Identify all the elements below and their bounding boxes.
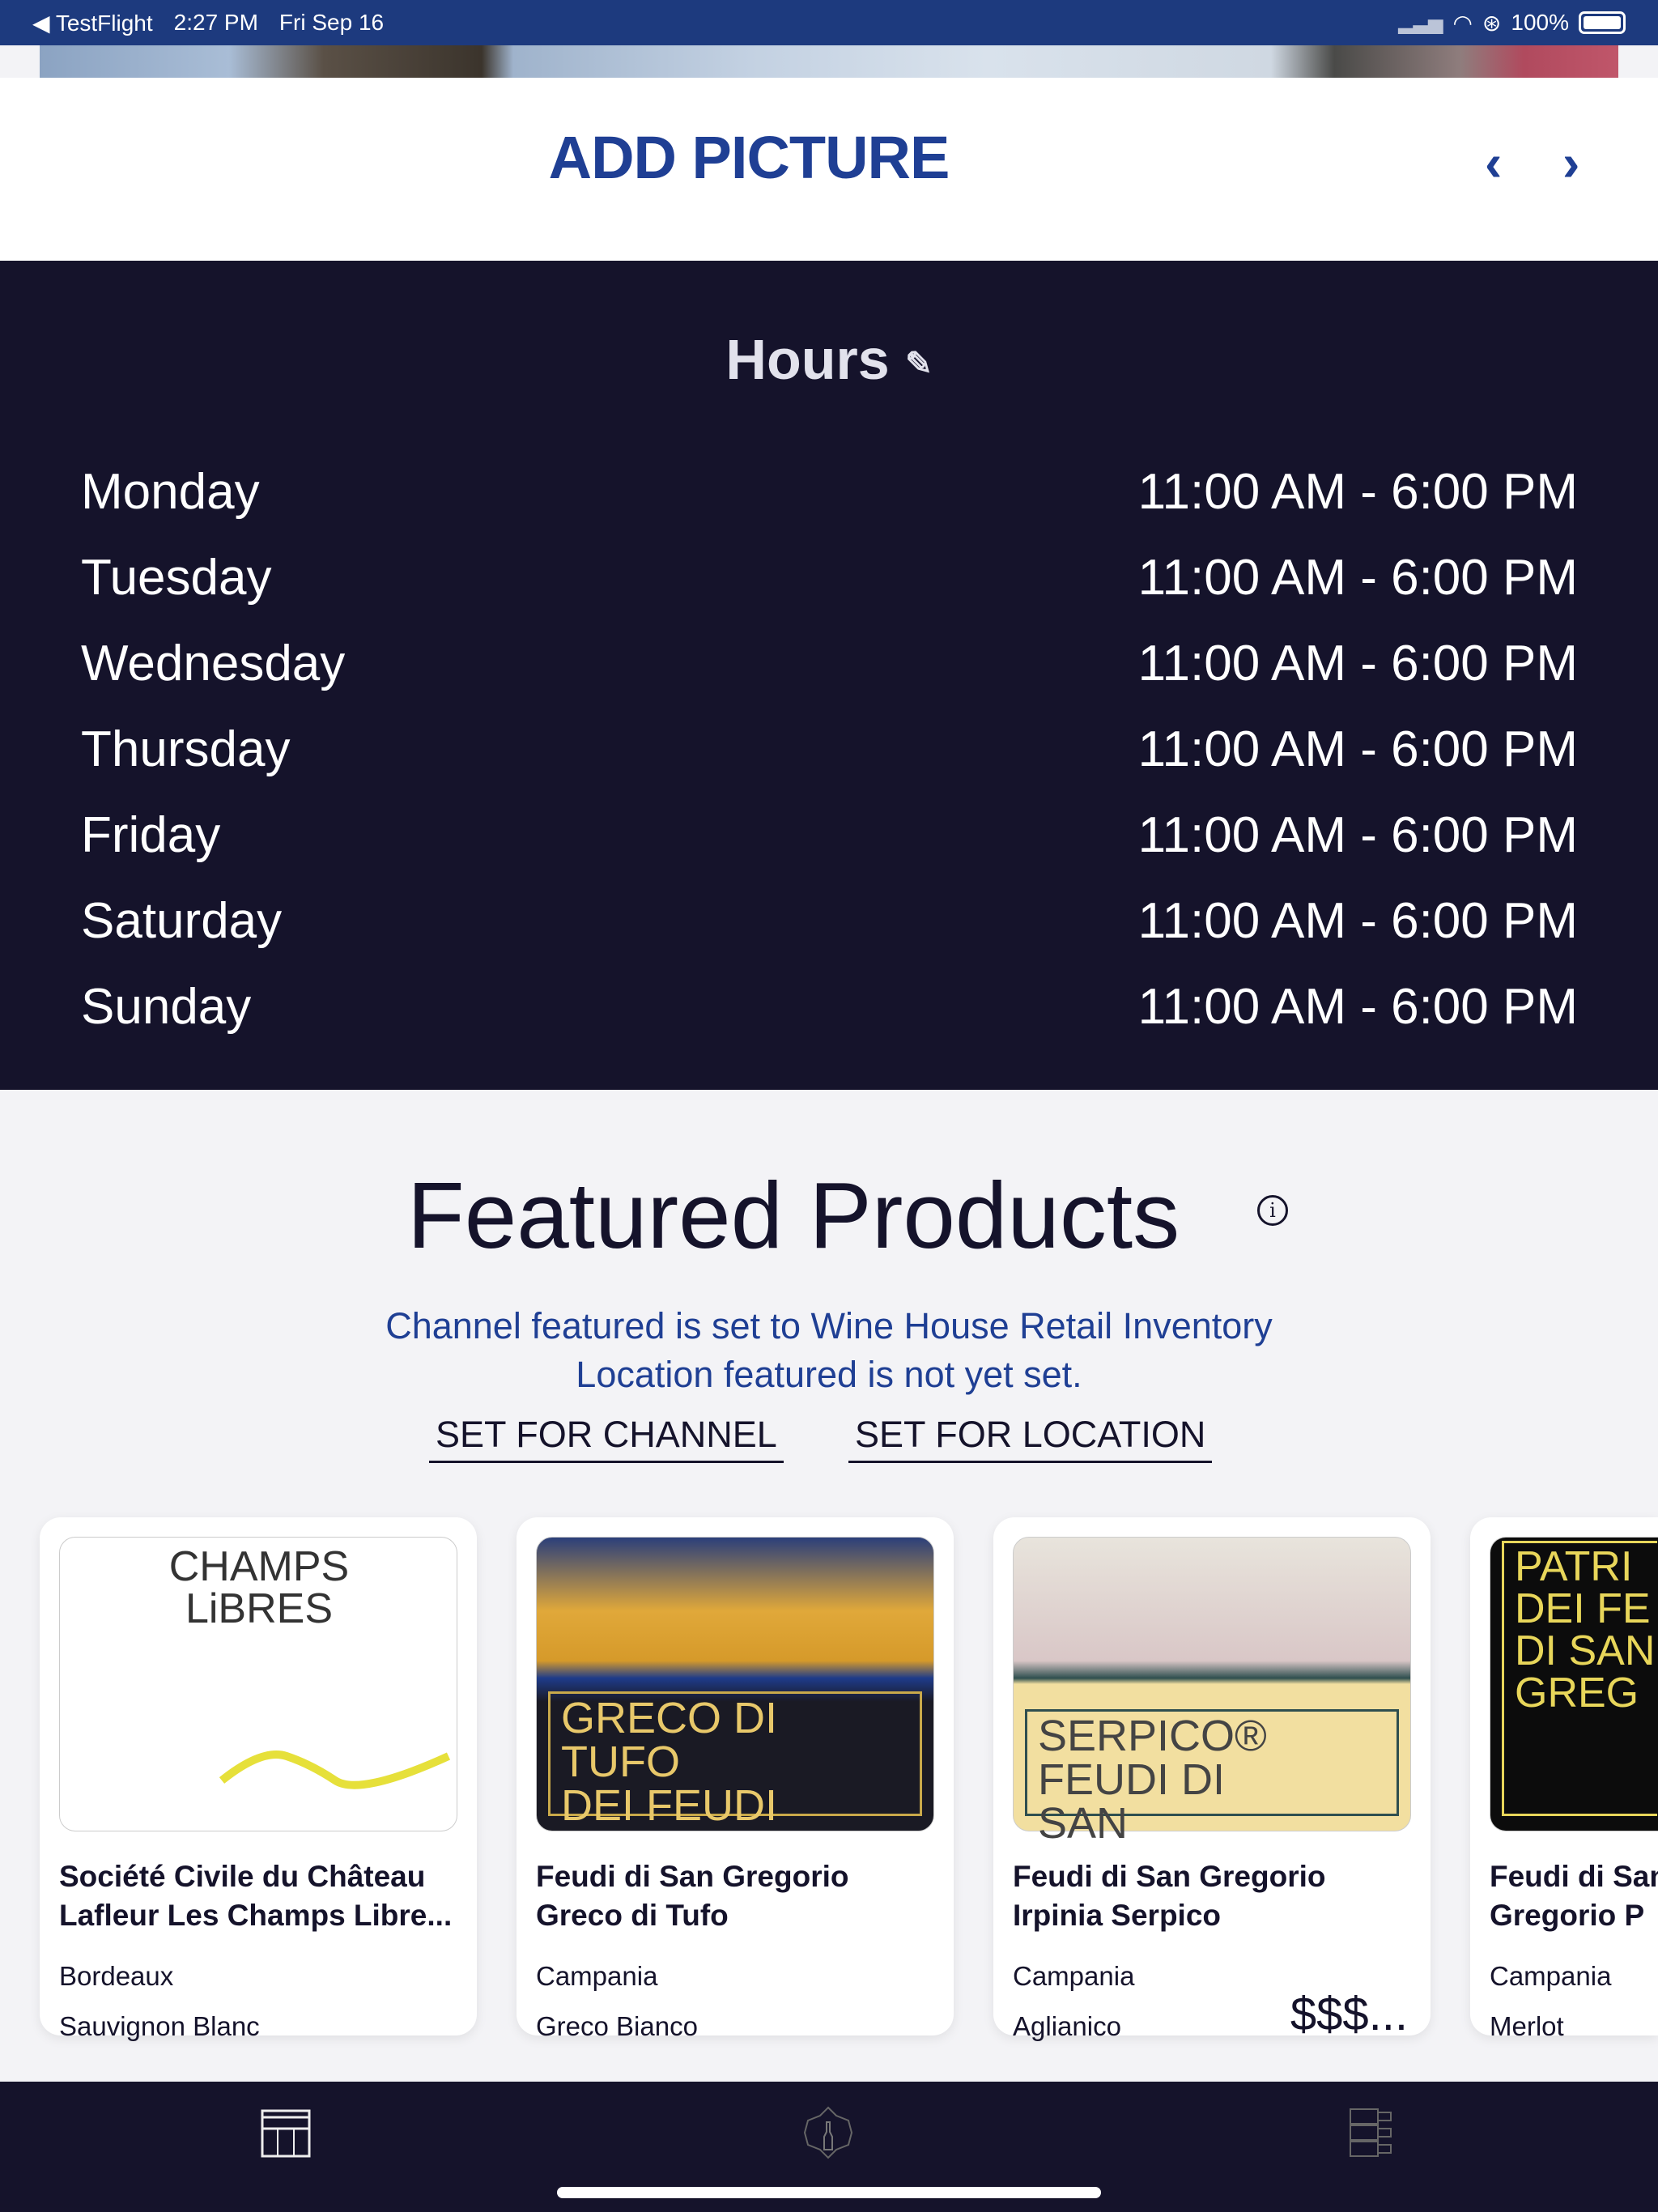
product-region: Campania [1013,1961,1135,1991]
day-label: Thursday [81,721,291,777]
set-for-location-button[interactable]: SET FOR LOCATION [848,1414,1213,1463]
label-line: DEI FE [1515,1585,1651,1632]
hours-row: Friday 11:00 AM - 6:00 PM [81,806,1578,864]
hours-value: 11:00 AM - 6:00 PM [1137,979,1578,1035]
featured-products-section: Featured Products i Channel featured is … [0,1090,1658,2082]
hours-heading: Hours ✎ [0,327,1658,392]
hours-row: Wednesday 11:00 AM - 6:00 PM [81,635,1578,692]
tab-bar [0,2082,1658,2212]
hours-value: 11:00 AM - 6:00 PM [1137,636,1578,691]
product-image: SERPICO® FEUDI DI SAN [1013,1537,1411,1845]
product-card[interactable]: GRECO DI TUFO DEI FEUDI Feudi di San Grego… [517,1517,954,2041]
hours-row: Tuesday 11:00 AM - 6:00 PM [81,549,1578,606]
product-image: PATRI DEI FE DI SAN GREG [1490,1537,1658,1831]
chevron-right-icon[interactable]: › [1562,133,1579,193]
hours-section: Hours ✎ Monday 11:00 AM - 6:00 PM Tuesday 1… [0,261,1658,1090]
add-picture-button[interactable]: ADD PICTURE [0,123,1498,192]
back-app-label: TestFlight [55,10,153,36]
store-icon[interactable] [257,2104,314,2161]
pencil-icon[interactable]: ✎ [905,347,933,382]
product-name: Feudi di San Gregorio P [1490,1860,1658,1932]
label-line: DI SAN [1515,1627,1656,1674]
product-region: Campania [1490,1961,1612,1991]
wine-rack-icon[interactable] [1346,2104,1402,2161]
product-varietal: Greco Bianco [536,2011,698,2041]
label-line: SAN [1038,1799,1129,1848]
day-label: Saturday [81,893,283,949]
product-price: $$$... [1290,1988,1408,2040]
day-label: Friday [81,807,221,863]
label-line: CHAMPS [168,1543,350,1590]
label-swoosh [219,1750,451,1789]
label-line: FEUDI DI [1038,1755,1226,1804]
label-line: LiBRES [185,1585,334,1632]
hours-title: Hours [725,328,890,391]
location-message: Location featured is not yet set. [576,1354,1082,1395]
product-region: Campania [536,1961,658,1991]
product-name: Feudi di San Gregorio Irpinia Serpico [1013,1860,1326,1932]
day-label: Monday [81,464,260,520]
hours-row: Sunday 11:00 AM - 6:00 PM [81,978,1578,1036]
chevron-left-icon[interactable]: ‹ [1485,133,1502,193]
hours-row: Saturday 11:00 AM - 6:00 PM [81,892,1578,950]
hours-value: 11:00 AM - 6:00 PM [1137,464,1578,520]
product-varietal: Sauvignon Blanc [59,2011,260,2041]
channel-message: Channel featured is set to Wine House Re… [385,1305,1273,1346]
product-image: GRECO DI TUFO DEI FEUDI [536,1537,934,1831]
label-line: TUFO [561,1738,680,1786]
status-time: 2:27 PM [173,10,258,35]
set-for-channel-button[interactable]: SET FOR CHANNEL [429,1414,784,1463]
product-name: Société Civile du Château Lafleur Les Cha… [59,1860,453,1932]
hours-value: 11:00 AM - 6:00 PM [1137,893,1578,949]
day-label: Wednesday [81,636,346,691]
status-date: Fri Sep 16 [278,10,385,35]
product-varietal: Merlot [1490,2011,1564,2041]
info-icon[interactable]: i [1257,1195,1288,1226]
hours-value: 11:00 AM - 6:00 PM [1137,807,1578,863]
label-line: DEI FEUDI [561,1781,778,1830]
battery-percent: 100% [1511,10,1569,35]
product-varietal: Aglianico [1013,2011,1121,2041]
label-line: SERPICO® [1038,1712,1267,1760]
day-label: Tuesday [81,550,272,606]
back-to-testflight[interactable]: ◀ TestFlight [32,10,153,36]
picture-header: ADD PICTURE ‹ › [0,78,1658,261]
featured-title: Featured Products [406,1163,1180,1268]
hours-row: Monday 11:00 AM - 6:00 PM [81,463,1578,521]
day-label: Sunday [81,979,252,1035]
label-line: PATRI [1515,1543,1633,1590]
product-name: Feudi di San Gregorio Greco di Tufo [536,1860,849,1932]
hours-value: 11:00 AM - 6:00 PM [1137,721,1578,777]
hours-value: 11:00 AM - 6:00 PM [1137,550,1578,606]
product-card[interactable]: SERPICO® FEUDI DI SAN Feudi di San Gregori… [993,1517,1431,2041]
battery-icon [1579,11,1626,34]
orientation-lock-icon: ⊛ [1482,10,1502,36]
status-bar: ◀ TestFlight 2:27 PM Fri Sep 16 ▂▃▅ ◠ ⊛ … [0,0,1658,45]
label-line: GRECO DI [561,1694,778,1742]
product-region: Bordeaux [59,1961,174,1991]
wine-bottle-badge-icon[interactable] [800,2104,857,2161]
signal-icon: ▂▃▅ [1398,11,1443,34]
product-card[interactable]: CHAMPS LiBRES Société Civile du Château La… [40,1517,477,2041]
product-image: CHAMPS LiBRES [59,1537,457,1831]
label-line: GREG [1515,1670,1639,1716]
hours-row: Thursday 11:00 AM - 6:00 PM [81,721,1578,778]
home-indicator[interactable] [557,2187,1101,2198]
wifi-icon: ◠ [1452,10,1473,36]
store-photo [40,45,1618,78]
product-card[interactable]: PATRI DEI FE DI SAN GREG Feudi di San Gregor… [1470,1517,1658,2041]
